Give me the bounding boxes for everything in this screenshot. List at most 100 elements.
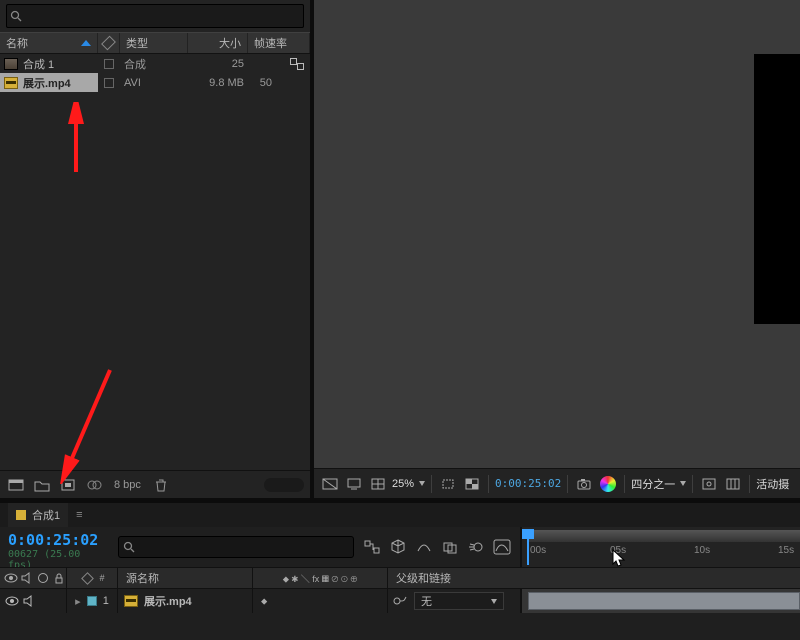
motion-blur-icon[interactable]: [466, 537, 486, 557]
transparency-grid-icon[interactable]: [462, 474, 482, 494]
ruler-tick: 00s: [530, 545, 546, 556]
project-row[interactable]: 展示.mp4 AVI 9.8 MB 50: [0, 73, 310, 92]
viewer-toolbar: 25% 0:00:25:02 四分之一 活动摄: [314, 468, 800, 498]
guides-icon[interactable]: [368, 474, 388, 494]
timeline-tools: [362, 527, 520, 567]
col-type[interactable]: 类型: [120, 33, 188, 53]
ruler-tick: 15s: [778, 545, 794, 556]
col-source-name[interactable]: 源名称: [126, 570, 159, 586]
resolution-dropdown[interactable]: 四分之一: [631, 476, 686, 492]
project-toolbar: 8 bpc: [0, 470, 310, 498]
target-icon[interactable]: [699, 474, 719, 494]
col-fps-label: 帧速率: [254, 35, 287, 51]
tab-menu-icon[interactable]: ≡: [76, 509, 82, 521]
chevron-down-icon: [680, 481, 686, 486]
layer-number-header: #: [99, 573, 104, 583]
twirl-icon[interactable]: ▸: [75, 595, 81, 608]
ruler-tick: 10s: [694, 545, 710, 556]
row-name: 展示.mp4: [23, 75, 71, 91]
bpc-label[interactable]: 8 bpc: [110, 479, 145, 491]
composition-canvas: [754, 54, 800, 324]
timeline-tab-label: 合成1: [32, 507, 60, 523]
timeline-search-input[interactable]: [139, 539, 353, 556]
work-area[interactable]: [528, 530, 800, 542]
col-type-label: 类型: [126, 35, 148, 51]
parent-dropdown[interactable]: 无: [414, 592, 504, 610]
camera-label[interactable]: 活动摄: [756, 476, 789, 492]
project-settings-icon[interactable]: [84, 475, 104, 495]
shy-toggle-icon[interactable]: [414, 537, 434, 557]
row-size: 25: [232, 58, 244, 70]
ruler-tick: 05s: [610, 545, 626, 556]
render-cube-icon[interactable]: [388, 537, 408, 557]
project-search[interactable]: [6, 4, 304, 28]
lock-icon[interactable]: [52, 570, 66, 586]
graph-editor-icon[interactable]: [492, 537, 512, 557]
row-name: 合成 1: [23, 56, 54, 72]
new-comp-icon[interactable]: [58, 475, 78, 495]
playhead[interactable]: [527, 529, 529, 565]
layer-clip[interactable]: [528, 592, 800, 610]
pickwhip-icon[interactable]: [392, 593, 408, 609]
solo-icon[interactable]: [36, 570, 50, 586]
new-folder-icon[interactable]: [32, 475, 52, 495]
roi-icon[interactable]: [438, 474, 458, 494]
layer-number: 1: [103, 595, 109, 607]
timeline-timecode[interactable]: 0:00:25:02 00627 (25.00 fps): [0, 527, 118, 567]
grid-icon[interactable]: [723, 474, 743, 494]
col-size-label: 大小: [219, 35, 241, 51]
frame-blend-icon[interactable]: [440, 537, 460, 557]
annotation-arrow-icon: [52, 364, 132, 484]
layer-name: 展示.mp4: [144, 593, 192, 609]
col-label[interactable]: [98, 33, 120, 53]
eye-icon[interactable]: [4, 593, 19, 609]
col-name[interactable]: 名称: [0, 33, 98, 53]
comp-mini-flow-icon[interactable]: [362, 537, 382, 557]
viewer-timecode[interactable]: 0:00:25:02: [495, 477, 561, 490]
switches-glyphs: ⬥ ✱ ＼ fx ▦ ⊘ ⊙ ⊕: [283, 572, 358, 585]
chevron-down-icon: [491, 599, 497, 604]
eye-icon[interactable]: [4, 570, 18, 586]
layer-row[interactable]: ▸ 1 展示.mp4 ⬥ 无: [0, 589, 800, 613]
timeline-tabbar: 合成1 ≡: [0, 503, 800, 527]
chevron-down-icon: [419, 481, 425, 486]
label-column-icon[interactable]: [79, 570, 95, 586]
annotation-arrow-icon: [58, 102, 98, 182]
project-row[interactable]: 合成 1 合成 25: [0, 54, 310, 73]
layer-label-chip[interactable]: [87, 596, 97, 606]
flowchart-icon[interactable]: [290, 58, 304, 70]
col-parent-link[interactable]: 父级和链接: [396, 570, 451, 586]
zoom-dropdown[interactable]: 25%: [392, 478, 425, 490]
time-ruler[interactable]: 00s 05s 10s 15s: [520, 527, 800, 567]
speaker-icon[interactable]: [20, 570, 34, 586]
channel-icon[interactable]: [598, 474, 618, 494]
label-chip[interactable]: [104, 59, 114, 69]
row-type: AVI: [124, 77, 141, 89]
speaker-icon[interactable]: [21, 593, 36, 609]
interpret-footage-icon[interactable]: [6, 475, 26, 495]
layer-switches[interactable]: ⬥: [253, 589, 387, 613]
project-zoom-slider[interactable]: [264, 478, 304, 492]
parent-value: 无: [421, 593, 432, 609]
comp-icon: [4, 58, 18, 70]
col-fps[interactable]: 帧速率: [248, 33, 310, 53]
composition-viewer[interactable]: 25% 0:00:25:02 四分之一 活动摄: [314, 0, 800, 498]
timeline-search[interactable]: [118, 536, 354, 558]
timeline-tab[interactable]: 合成1: [8, 503, 68, 527]
project-rows: 合成 1 合成 25 展示.mp4 AVI 9.8 MB 50: [0, 54, 310, 470]
col-size[interactable]: 大小: [188, 33, 248, 53]
alpha-toggle-icon[interactable]: [320, 474, 340, 494]
timeline-columns-header: # 源名称 ⬥ ✱ ＼ fx ▦ ⊘ ⊙ ⊕ 父级和链接: [0, 567, 800, 589]
monitor-icon[interactable]: [344, 474, 364, 494]
snapshot-icon[interactable]: [574, 474, 594, 494]
label-chip[interactable]: [104, 78, 114, 88]
timecode-value: 0:00:25:02: [8, 531, 110, 549]
trash-icon[interactable]: [151, 475, 171, 495]
switches-header[interactable]: ⬥ ✱ ＼ fx ▦ ⊘ ⊙ ⊕: [253, 568, 387, 588]
zoom-value: 25%: [392, 478, 414, 490]
layer-track[interactable]: [520, 589, 800, 613]
switch-glyph: ⬥: [261, 596, 267, 607]
project-search-input[interactable]: [25, 9, 303, 23]
row-fps: 50: [260, 77, 272, 89]
sort-asc-icon: [81, 40, 91, 46]
